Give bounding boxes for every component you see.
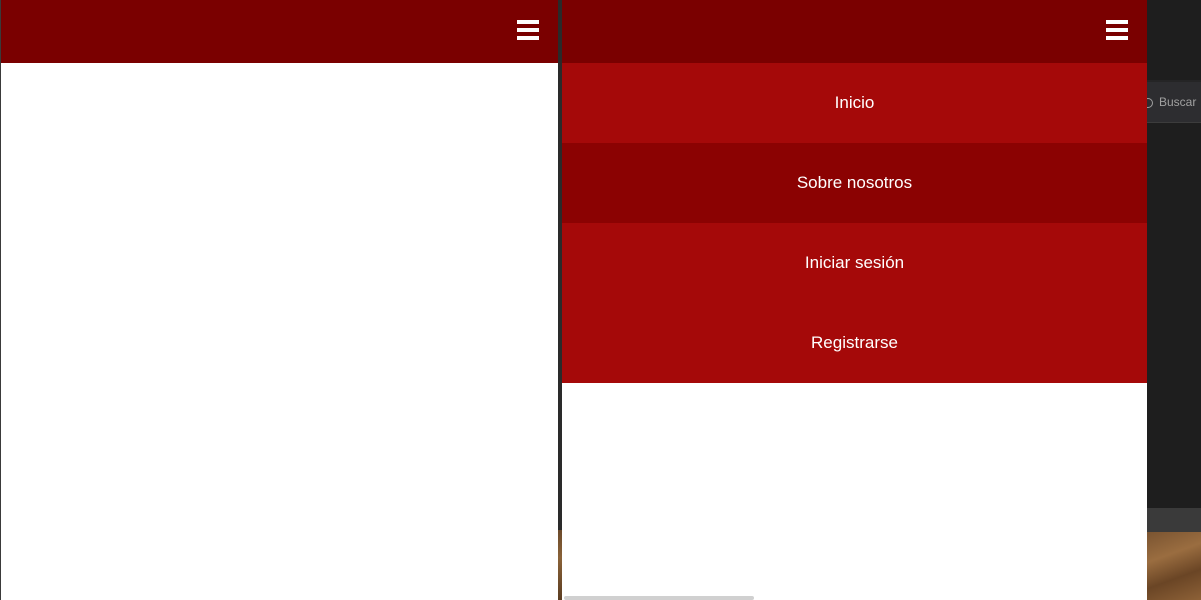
hamburger-icon[interactable] [1106, 20, 1128, 42]
menu-item-registrarse[interactable]: Registrarse [562, 303, 1147, 383]
screen: Inicio Sobre nosotros Iniciar sesión Reg… [0, 0, 1201, 600]
editor-toolbar [1147, 0, 1201, 80]
dropdown-menu: Inicio Sobre nosotros Iniciar sesión Reg… [562, 63, 1147, 383]
search-box[interactable]: Buscar [1147, 82, 1201, 123]
menu-item-sobre-nosotros[interactable]: Sobre nosotros [562, 143, 1147, 223]
status-bar [1147, 508, 1201, 532]
navbar [1, 0, 558, 63]
search-icon [1147, 97, 1153, 108]
hamburger-icon[interactable] [517, 20, 539, 42]
search-label: Buscar [1159, 95, 1197, 109]
mobile-preview-expanded: Inicio Sobre nosotros Iniciar sesión Reg… [562, 0, 1147, 600]
editor-panel [1147, 123, 1201, 508]
menu-item-inicio[interactable]: Inicio [562, 63, 1147, 143]
horizontal-scrollbar[interactable] [564, 596, 754, 600]
navbar [562, 0, 1147, 63]
mobile-preview-collapsed [0, 0, 558, 600]
desktop-wallpaper [1147, 532, 1201, 600]
menu-item-iniciar-sesion[interactable]: Iniciar sesión [562, 223, 1147, 303]
background-editor-window: Buscar [1147, 0, 1201, 600]
